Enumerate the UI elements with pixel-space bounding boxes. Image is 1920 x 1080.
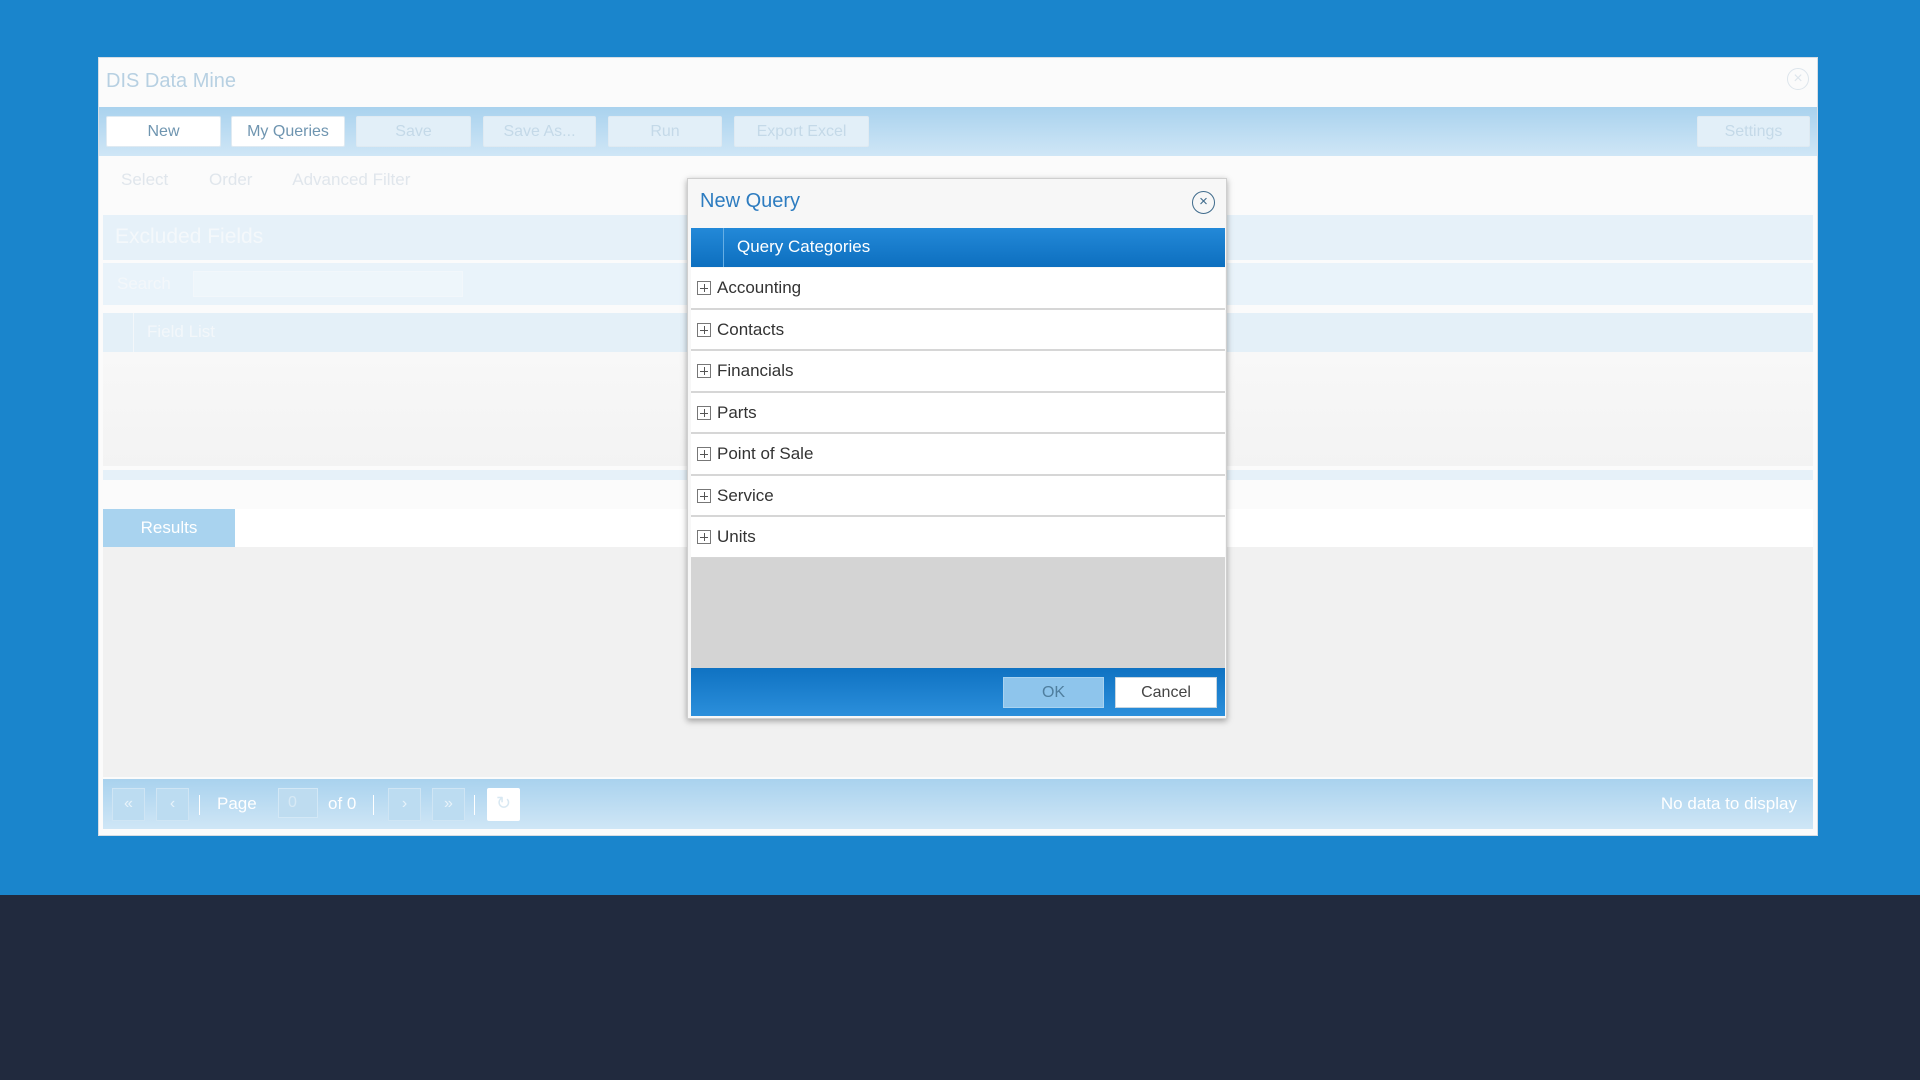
- first-page-icon[interactable]: «: [112, 788, 145, 821]
- tab-select[interactable]: Select: [121, 170, 168, 189]
- refresh-icon[interactable]: ↻: [487, 788, 520, 821]
- category-list-empty-area: [691, 558, 1225, 668]
- category-label: Accounting: [717, 278, 802, 297]
- tab-order[interactable]: Order: [209, 170, 252, 189]
- category-list: Accounting Contacts Financials Parts Poi…: [691, 268, 1225, 559]
- header-separator: [723, 228, 724, 267]
- search-label: Search: [117, 274, 171, 293]
- category-label: Parts: [717, 402, 757, 422]
- expand-plus-icon[interactable]: [697, 281, 711, 295]
- no-data-status: No data to display: [1660, 794, 1797, 813]
- save-button[interactable]: Save: [356, 116, 471, 147]
- last-page-icon[interactable]: »: [432, 788, 465, 821]
- next-page-icon[interactable]: ›: [388, 788, 421, 821]
- settings-button[interactable]: Settings: [1697, 116, 1810, 147]
- expand-plus-icon[interactable]: [697, 447, 711, 461]
- new-button[interactable]: New: [106, 116, 221, 147]
- page-total-label: of 0: [328, 794, 357, 813]
- ok-button[interactable]: OK: [1003, 677, 1104, 708]
- category-label: Financials: [717, 361, 794, 380]
- pager-separator: [474, 795, 475, 815]
- pager-separator: [373, 795, 374, 815]
- expand-plus-icon[interactable]: [697, 364, 711, 378]
- window-close-icon[interactable]: ×: [1787, 68, 1809, 90]
- query-categories-title: Query Categories: [737, 237, 871, 256]
- tab-results[interactable]: Results: [103, 509, 235, 547]
- export-excel-button[interactable]: Export Excel: [734, 116, 869, 147]
- window-title: DIS Data Mine: [106, 70, 237, 92]
- category-accounting[interactable]: Accounting: [691, 268, 1225, 310]
- category-label: Point of Sale: [717, 444, 814, 463]
- query-categories-header: Query Categories: [691, 228, 1225, 267]
- field-list-label: Field List: [147, 322, 216, 341]
- cancel-button[interactable]: Cancel: [1115, 677, 1217, 708]
- expand-plus-icon[interactable]: [697, 530, 711, 544]
- desktop-bottom-band: [0, 895, 1920, 1080]
- pager-separator: [199, 795, 200, 815]
- category-parts[interactable]: Parts: [691, 392, 1225, 434]
- category-label: Service: [717, 485, 774, 505]
- page-label: Page: [217, 794, 257, 813]
- category-service[interactable]: Service: [691, 475, 1225, 517]
- category-financials[interactable]: Financials: [691, 351, 1225, 393]
- dialog-close-icon[interactable]: ×: [1192, 191, 1215, 214]
- dialog-title: New Query: [700, 190, 801, 212]
- query-subtabs: Select Order Advanced Filter: [121, 170, 446, 190]
- toolbar: New My Queries Save Save As... Run Expor…: [99, 107, 1817, 156]
- field-list-separator: [133, 313, 134, 352]
- save-as-button[interactable]: Save As...: [483, 116, 596, 147]
- pager-bar: « ‹ Page 0 of 0 › » ↻ No data to display: [103, 779, 1813, 829]
- tab-advanced-filter[interactable]: Advanced Filter: [292, 170, 410, 189]
- category-units[interactable]: Units: [691, 517, 1225, 559]
- prev-page-icon[interactable]: ‹: [156, 788, 189, 821]
- page-number-input[interactable]: 0: [278, 788, 318, 818]
- new-query-dialog: New Query × Query Categories Accounting …: [687, 178, 1227, 719]
- category-label: Contacts: [717, 319, 785, 339]
- expand-plus-icon[interactable]: [697, 488, 711, 503]
- my-queries-button[interactable]: My Queries: [231, 116, 345, 147]
- expand-plus-icon[interactable]: [697, 405, 711, 420]
- category-point-of-sale[interactable]: Point of Sale: [691, 434, 1225, 476]
- dialog-footer: OK Cancel: [691, 668, 1225, 716]
- expand-plus-icon[interactable]: [697, 322, 711, 337]
- category-label: Units: [717, 527, 756, 546]
- run-button[interactable]: Run: [608, 116, 722, 147]
- excluded-fields-title: Excluded Fields: [115, 225, 264, 248]
- search-input[interactable]: [193, 271, 463, 297]
- category-contacts[interactable]: Contacts: [691, 309, 1225, 351]
